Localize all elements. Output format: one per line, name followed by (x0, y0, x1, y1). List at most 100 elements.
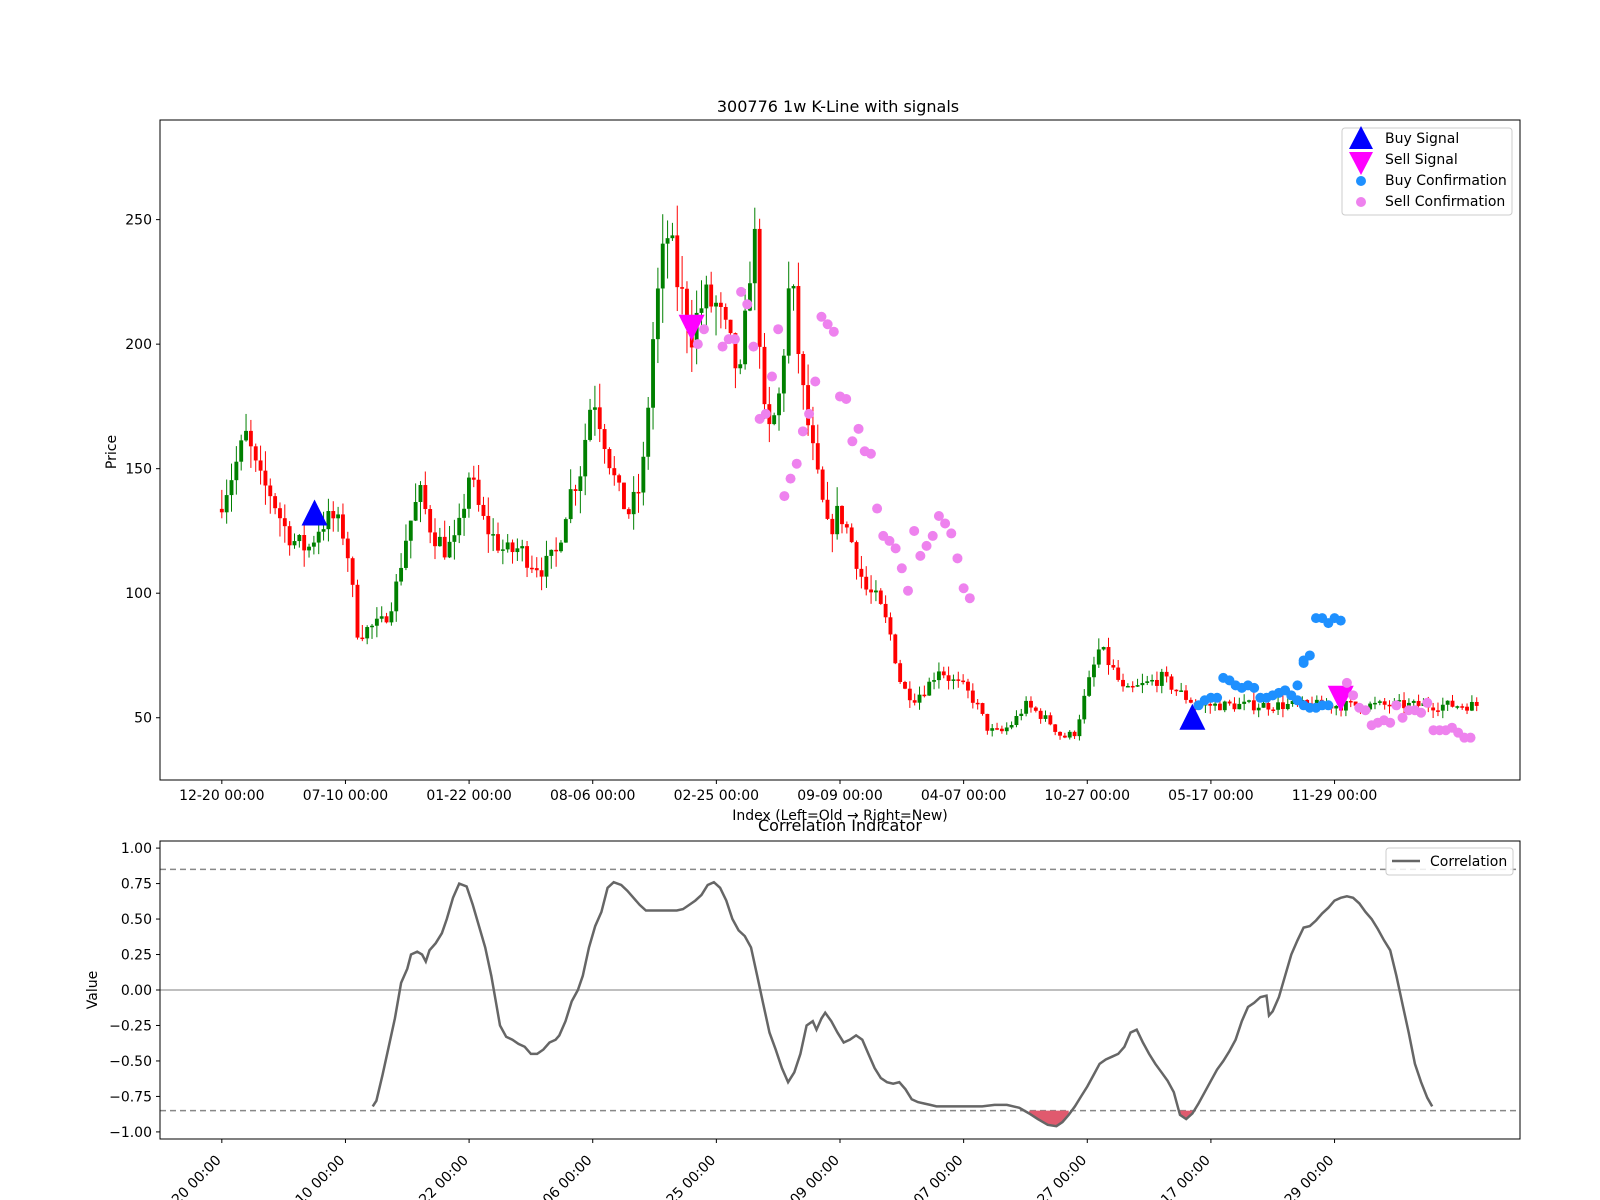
candle-up (1004, 727, 1009, 732)
kline-x-tick-label: 11-29 00:00 (1292, 788, 1377, 804)
candle-up (738, 364, 743, 369)
kline-y-tick-label: 100 (125, 586, 152, 602)
candle-up (651, 339, 655, 408)
candle-down (675, 235, 680, 288)
candle-up (1092, 664, 1096, 678)
candle-up (927, 681, 932, 696)
candle-up (379, 616, 384, 619)
candle-down (810, 425, 815, 444)
candle-down (796, 286, 801, 355)
correlation-y-label: Value (85, 971, 101, 1009)
sell-confirmation-point (853, 423, 864, 434)
candle-up (549, 549, 554, 556)
sell-confirmation-point (847, 436, 858, 447)
candle-up (578, 476, 583, 491)
candle-down (1436, 710, 1440, 712)
candle-down (253, 446, 258, 461)
sell-confirmation-point (946, 528, 957, 539)
candle-down (849, 527, 854, 543)
candle-down (433, 532, 437, 547)
candle-up (1261, 703, 1266, 708)
candle-down (966, 681, 970, 691)
candle-down (946, 675, 951, 681)
candle-down (806, 385, 811, 426)
candle-up (1445, 700, 1450, 705)
candle-down (975, 702, 980, 705)
candle-up (1455, 706, 1460, 708)
candle-down (1116, 667, 1121, 680)
candle-up (743, 310, 748, 365)
candle-up (326, 511, 331, 530)
kline-x-tick-label: 04-07 00:00 (921, 788, 1006, 804)
candle-up (515, 548, 520, 553)
candle-up (1179, 690, 1184, 692)
candle-down (1217, 703, 1222, 711)
candle-down (481, 504, 486, 516)
correlation-y-tick-label: 0.50 (121, 912, 152, 928)
candle-up (1469, 701, 1474, 711)
candle-down (1208, 703, 1213, 706)
candle-up (389, 611, 394, 623)
candle-down (534, 568, 539, 571)
candle-down (878, 590, 883, 604)
candle-down (859, 568, 864, 577)
candle-up (403, 540, 408, 568)
candle-up (311, 542, 316, 547)
candle-down (840, 505, 844, 525)
buy-confirmation-point (1335, 615, 1346, 626)
candle-down (510, 542, 515, 553)
candle-down (970, 690, 975, 703)
candle-up (399, 567, 404, 582)
candle-up (1135, 685, 1140, 687)
candle-down (680, 287, 685, 289)
candle-up (224, 495, 229, 513)
legend-sell-signal: Sell Signal (1385, 152, 1458, 168)
candle-up (777, 393, 781, 416)
candle-down (1053, 724, 1058, 732)
candle-up (1440, 704, 1445, 711)
candle-down (907, 688, 912, 701)
candle-up (239, 440, 244, 462)
kline-x-tick-label: 07-10 00:00 (303, 788, 388, 804)
candle-down (355, 584, 360, 638)
candle-up (835, 505, 840, 535)
candle-down (1474, 701, 1479, 706)
sell-confirmation-point (1465, 732, 1476, 743)
candle-up (307, 546, 311, 551)
candle-down (1251, 700, 1256, 711)
candle-down (1106, 647, 1111, 666)
candle-up (670, 235, 675, 239)
candle-up (631, 491, 636, 515)
candle-down (612, 468, 617, 476)
candle-down (941, 671, 946, 676)
candle-up (544, 555, 549, 577)
candle-up (447, 541, 452, 558)
candle-up (413, 502, 418, 521)
candle-down (539, 570, 544, 577)
candle-up (568, 489, 573, 520)
kline-x-tick-label: 01-22 00:00 (426, 788, 511, 804)
candle-down (1038, 710, 1043, 719)
candle-up (951, 679, 956, 681)
candle-up (437, 536, 442, 547)
candle-down (1232, 703, 1237, 710)
sell-confirmation-point (729, 334, 740, 345)
candle-up (1276, 702, 1281, 710)
candle-down (999, 728, 1004, 732)
candle-down (496, 534, 500, 551)
candle-down (1348, 701, 1353, 703)
correlation-y-tick-label: −1.00 (109, 1125, 152, 1141)
candle-up (466, 477, 471, 509)
candle-down (476, 479, 481, 505)
candle-up (752, 228, 757, 284)
kline-title: 300776 1w K-Line with signals (717, 97, 959, 116)
sell-confirmation-point (767, 371, 777, 382)
candle-up (316, 531, 321, 543)
candle-up (772, 415, 777, 425)
candle-up (1140, 682, 1145, 686)
candle-down (1188, 699, 1193, 703)
candle-up (1237, 703, 1242, 710)
sell-confirmation-point (779, 491, 790, 502)
sell-confirmation-point (760, 408, 771, 419)
candle-up (1256, 707, 1261, 711)
